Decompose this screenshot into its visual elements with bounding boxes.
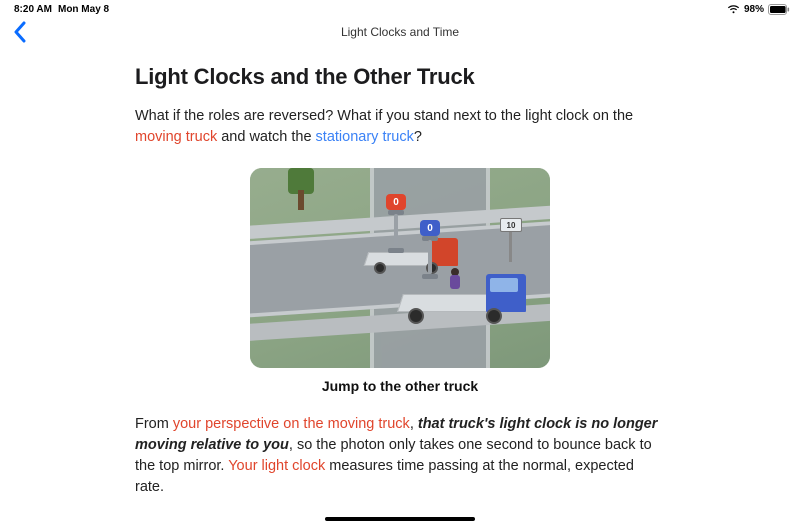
- person: [448, 268, 462, 294]
- status-date: Mon May 8: [58, 4, 109, 15]
- p1-e: ?: [414, 129, 422, 145]
- speed-sign: 10: [500, 218, 522, 262]
- wifi-icon: [727, 4, 740, 14]
- intro-paragraph: What if the roles are reversed? What if …: [135, 106, 665, 148]
- content: Light Clocks and the Other Truck What if…: [135, 48, 665, 498]
- p1-moving-truck: moving truck: [135, 129, 217, 145]
- p2-c: ,: [410, 416, 418, 432]
- p2-your-clock: Your light clock: [228, 458, 325, 474]
- nav-bar: Light Clocks and Time: [0, 16, 800, 48]
- battery-icon: [768, 4, 790, 15]
- truck-blue: [400, 270, 550, 328]
- page-title: Light Clocks and the Other Truck: [135, 64, 665, 90]
- badge-blue: 0: [420, 220, 440, 236]
- body-paragraph: From your perspective on the moving truc…: [135, 414, 665, 498]
- p2-a: From: [135, 416, 173, 432]
- p1-c: and watch the: [217, 129, 315, 145]
- figure: 10 0 0 Jump to the other truck: [250, 168, 550, 394]
- home-indicator[interactable]: [325, 517, 475, 521]
- sign-value: 10: [500, 218, 522, 232]
- status-left: 8:20 AM Mon May 8: [14, 4, 109, 15]
- illustration[interactable]: 10 0 0: [250, 168, 550, 368]
- status-bar: 8:20 AM Mon May 8 98%: [0, 0, 800, 16]
- battery-percent: 98%: [744, 4, 764, 15]
- p2-perspective: your perspective on the moving truck: [173, 416, 410, 432]
- nav-title: Light Clocks and Time: [0, 25, 800, 39]
- tree: [288, 168, 314, 208]
- badge-red: 0: [386, 194, 406, 210]
- back-button[interactable]: [6, 18, 34, 46]
- p1-a: What if the roles are reversed? What if …: [135, 108, 633, 124]
- status-time: 8:20 AM: [14, 4, 52, 15]
- chevron-left-icon: [12, 21, 28, 43]
- status-right: 98%: [727, 4, 790, 15]
- figure-caption: Jump to the other truck: [250, 378, 550, 394]
- p1-stationary-truck: stationary truck: [316, 129, 414, 145]
